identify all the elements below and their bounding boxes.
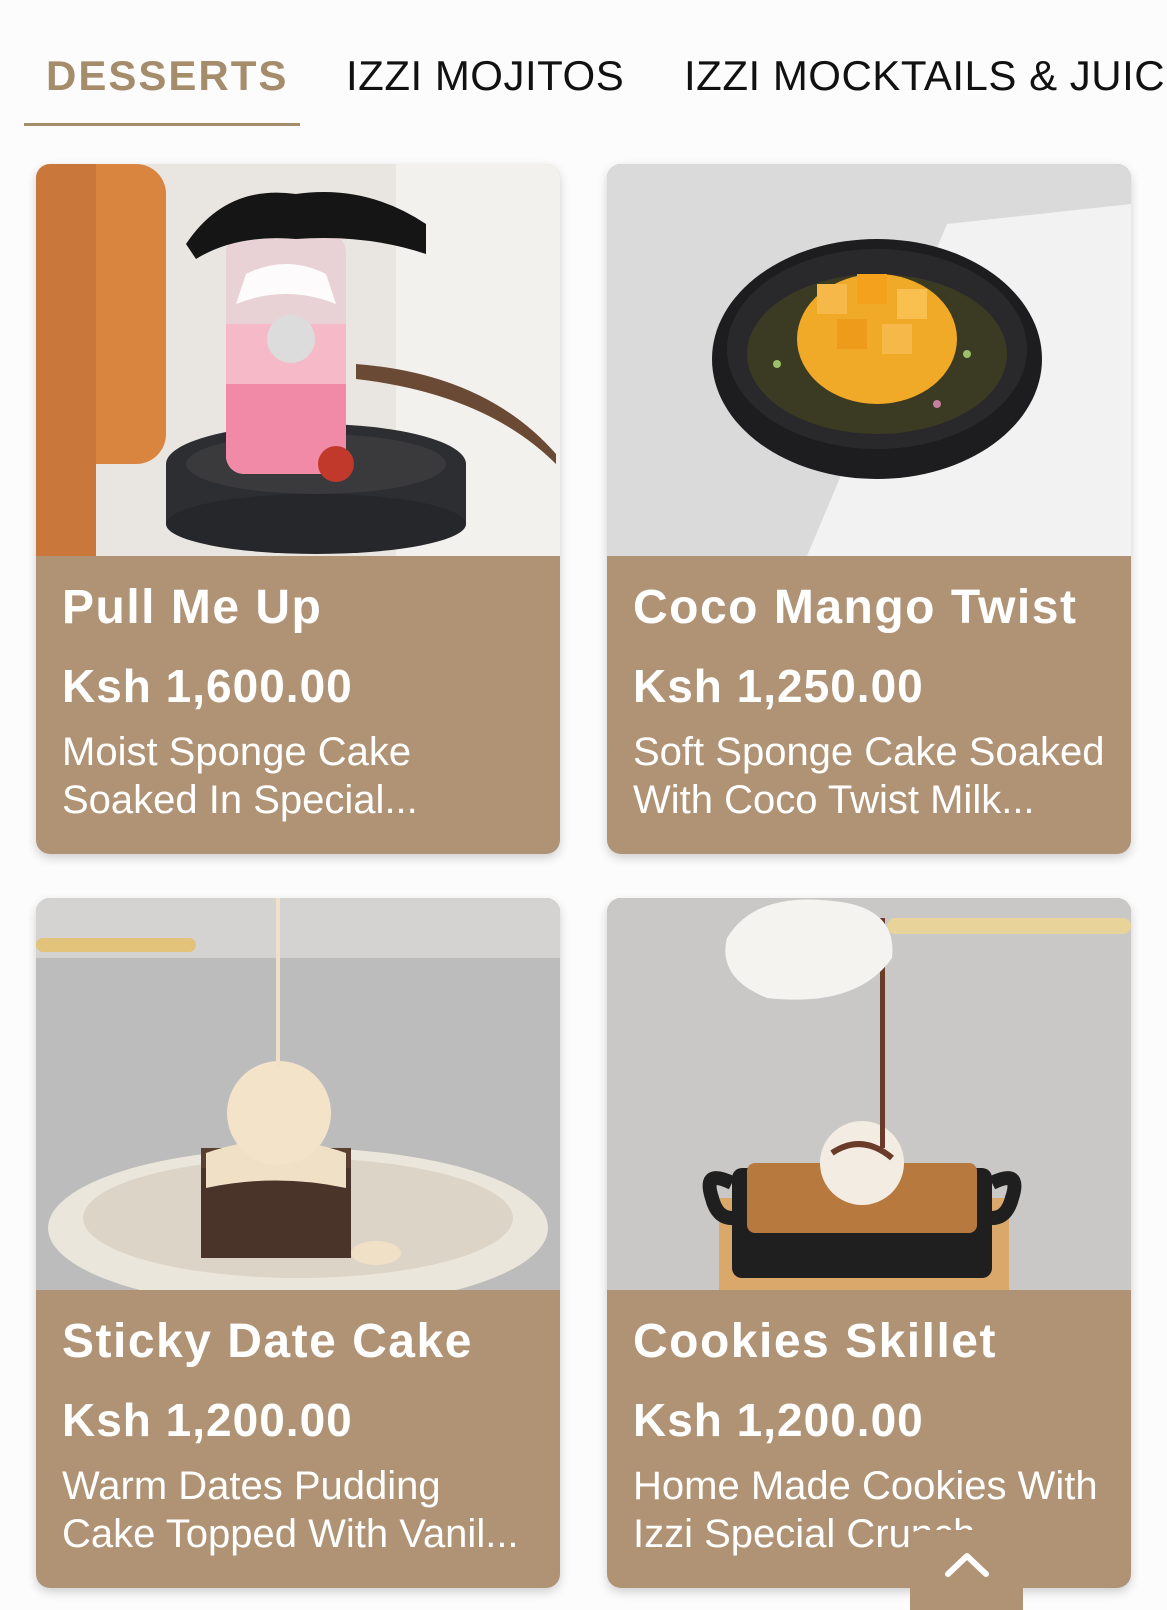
menu-item-photo (36, 164, 560, 556)
menu-item-photo (36, 898, 560, 1290)
menu-item-card[interactable]: Pull Me Up Ksh 1,600.00 Moist Sponge Cak… (36, 164, 560, 854)
menu-item-description: Soft Sponge Cake Soaked With Coco Twist … (633, 730, 1105, 822)
menu-item-title: Coco Mango Twist (633, 581, 1078, 634)
menu-item-title: Pull Me Up (62, 581, 323, 634)
menu-item-title: Sticky Date Cake (62, 1315, 473, 1368)
menu-item-card[interactable]: Cookies Skillet Ksh 1,200.00 Home Made C… (607, 898, 1131, 1588)
menu-item-title: Cookies Skillet (633, 1315, 997, 1368)
scroll-to-top-button[interactable] (910, 1530, 1023, 1610)
tab-izzi-mocktails-juices[interactable]: IZZI MOCKTAILS & JUICES (684, 48, 1167, 104)
menu-item-price: Ksh 1,200.00 (633, 1394, 924, 1446)
chevron-up-icon (945, 1553, 989, 1577)
menu-item-price: Ksh 1,250.00 (633, 660, 924, 712)
menu-item-photo (607, 164, 1131, 556)
tab-desserts[interactable]: DESSERTS (46, 48, 288, 104)
menu-item-details: Cookies Skillet Ksh 1,200.00 Home Made C… (607, 1290, 1131, 1588)
menu-item-description: Warm Dates Pudding Cake Topped With Vani… (62, 1464, 519, 1556)
menu-item-details: Sticky Date Cake Ksh 1,200.00 Warm Dates… (36, 1290, 560, 1588)
menu-item-photo (607, 898, 1131, 1290)
menu-item-description: Moist Sponge Cake Soaked In Special... (62, 730, 418, 822)
menu-item-details: Coco Mango Twist Ksh 1,250.00 Soft Spong… (607, 556, 1131, 854)
menu-item-description: Home Made Cookies With Izzi Special Crun… (633, 1464, 1098, 1556)
menu-item-details: Pull Me Up Ksh 1,600.00 Moist Sponge Cak… (36, 556, 560, 854)
menu-item-card[interactable]: Coco Mango Twist Ksh 1,250.00 Soft Spong… (607, 164, 1131, 854)
tab-izzi-mojitos[interactable]: IZZI MOJITOS (346, 48, 624, 104)
menu-item-price: Ksh 1,200.00 (62, 1394, 353, 1446)
menu-item-card[interactable]: Sticky Date Cake Ksh 1,200.00 Warm Dates… (36, 898, 560, 1588)
menu-item-price: Ksh 1,600.00 (62, 660, 353, 712)
category-tabs: DESSERTS IZZI MOJITOS IZZI MOCKTAILS & J… (0, 0, 1167, 128)
active-tab-indicator (24, 123, 300, 126)
